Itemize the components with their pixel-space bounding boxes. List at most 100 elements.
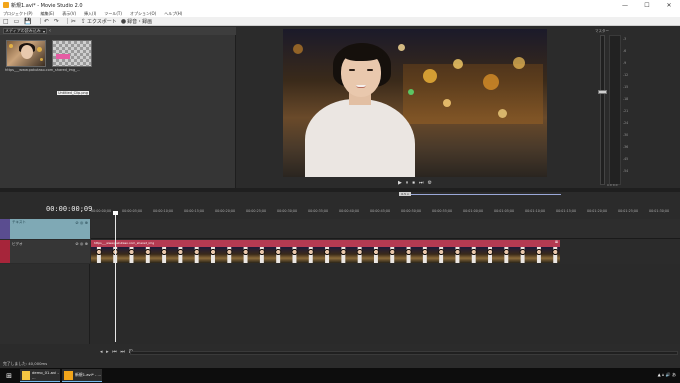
undo-icon: ↶ bbox=[43, 17, 49, 25]
meter-readout: 0.0 0.0 bbox=[607, 183, 618, 187]
media-caption-photo: https___www.pakutaso.com_shared_img_... bbox=[5, 68, 81, 72]
track-color-strip bbox=[0, 219, 10, 239]
app-icon bbox=[3, 2, 9, 8]
level-meter bbox=[609, 35, 621, 185]
menu-options[interactable]: オプション(O) bbox=[130, 11, 156, 17]
go-start-button[interactable]: ⏮ bbox=[112, 349, 117, 355]
timeline-footer: ◂ ▸ ⏮ ⏭ ⊞ bbox=[0, 344, 680, 358]
menu-insert[interactable]: 挿入(I) bbox=[84, 11, 96, 17]
video-clip[interactable]: https___www.pakutaso.com_shared_img ⊠ bbox=[91, 240, 560, 263]
media-thumbnail-photo[interactable] bbox=[6, 40, 46, 67]
track-label-text: テキスト bbox=[12, 220, 26, 224]
taskbar-item-2-label: 新規1.avi* - ... bbox=[75, 372, 102, 377]
stop-button[interactable]: ⏹ bbox=[412, 180, 415, 186]
status-message: 完了しました: 40,000ms bbox=[3, 361, 48, 366]
media-caption-transparent: Untitled_Clip.png bbox=[57, 91, 89, 95]
save-icon: 💾 bbox=[24, 17, 32, 25]
scissors-icon: ✂ bbox=[70, 17, 76, 25]
open-project-button[interactable]: ▭ bbox=[14, 18, 21, 25]
track-header-video[interactable]: ビデオ ⊘ ◎ ⊕ bbox=[0, 240, 90, 263]
master-volume-track bbox=[600, 35, 605, 185]
next-frame-button[interactable]: ⏭ bbox=[419, 180, 424, 186]
media-panel: メディアの読み込み ▾ ‹ https___www.pakutaso.com_s… bbox=[0, 27, 236, 195]
scrub-control[interactable]: 0.5 x bbox=[395, 192, 565, 196]
timeline: 0.5 x 00:00:00;09 00:00:00;00 00:00:05;0… bbox=[0, 192, 680, 358]
windows-taskbar: ⊞ demo_01.avi - ... 新規1.avi* - ... ▲ ⌂ 🔊… bbox=[0, 368, 680, 383]
track-header-text[interactable]: テキスト ⊘ ◎ ⊕ bbox=[0, 219, 90, 239]
new-project-button[interactable]: □ bbox=[3, 18, 10, 25]
taskbar-item-2[interactable]: 新規1.avi* - ... bbox=[62, 369, 102, 382]
export-button[interactable]: ⇪ エクスポート bbox=[81, 18, 117, 25]
menu-help[interactable]: ヘルプ(H) bbox=[164, 11, 182, 17]
video-preview-frame bbox=[283, 29, 547, 177]
track-tools-icon[interactable]: ⊘ ◎ ⊕ bbox=[75, 220, 88, 225]
media-import-dropdown[interactable]: メディアの読み込み ▾ bbox=[3, 28, 47, 34]
minimize-button[interactable]: — bbox=[614, 0, 636, 10]
system-tray[interactable]: ▲ ⌂ 🔊 あ bbox=[658, 372, 676, 378]
zoom-out-button[interactable]: ◂ bbox=[100, 349, 103, 355]
export-label: エクスポート bbox=[86, 18, 117, 25]
preview-panel: ▶ ⏸ ⏹ ⏭ ⚙ ビデオプレビュー bbox=[238, 27, 593, 195]
redo-icon: ↷ bbox=[53, 17, 59, 25]
title-bar: 新規1.avi* - Movie Studio 2.0 — ☐ ✕ bbox=[0, 0, 680, 10]
toolbar-separator bbox=[39, 18, 41, 24]
clip-fx-icon[interactable]: ⊠ bbox=[555, 240, 558, 244]
split-button[interactable]: ✂ bbox=[71, 18, 77, 25]
timeline-empty-area[interactable] bbox=[0, 264, 680, 344]
timeline-ruler[interactable]: 00:00:00;00 00:00:05;00 00:00:10;00 00:0… bbox=[91, 207, 680, 217]
collapse-icon[interactable]: ‹ bbox=[49, 28, 51, 34]
folder-icon bbox=[22, 370, 30, 380]
track-lane-text[interactable] bbox=[91, 219, 680, 239]
timeline-scrollbar[interactable] bbox=[130, 351, 678, 355]
export-icon: ⇪ bbox=[80, 17, 86, 25]
window-controls: — ☐ ✕ bbox=[614, 0, 680, 10]
maximize-button[interactable]: ☐ bbox=[636, 0, 658, 10]
playhead[interactable] bbox=[115, 212, 116, 342]
scrub-line bbox=[411, 194, 561, 195]
menu-bar: プロジェクト(P) 編集(E) 表示(V) 挿入(I) ツール(T) オプション… bbox=[0, 10, 680, 17]
redo-button[interactable]: ↷ bbox=[54, 18, 60, 25]
windows-start-icon[interactable]: ⊞ bbox=[0, 368, 18, 383]
record-button[interactable]: ● 録音・録画 bbox=[121, 18, 152, 25]
pause-button[interactable]: ⏸ bbox=[406, 180, 409, 186]
app-icon bbox=[64, 370, 73, 380]
toolbar: □ ▭ 💾 ↶ ↷ ✂ ⇪ エクスポート ● 録音・録画 bbox=[0, 17, 680, 26]
play-button[interactable]: ▶ bbox=[398, 180, 402, 186]
scrub-thumb[interactable]: 0.5 x bbox=[399, 192, 411, 196]
preview-controls: ▶ ⏸ ⏹ ⏭ ⚙ bbox=[283, 178, 547, 187]
clip-header: https___www.pakutaso.com_shared_img ⊠ bbox=[91, 240, 560, 247]
new-file-icon: □ bbox=[3, 17, 9, 25]
media-header: メディアの読み込み ▾ ‹ bbox=[0, 27, 236, 35]
menu-tools[interactable]: ツール(T) bbox=[104, 11, 122, 17]
undo-button[interactable]: ↶ bbox=[44, 18, 50, 25]
preview-settings-button[interactable]: ⚙ bbox=[427, 180, 431, 186]
record-icon: ● bbox=[120, 17, 127, 25]
playhead-handle[interactable] bbox=[113, 211, 118, 215]
status-bar: 完了しました: 40,000ms bbox=[0, 358, 680, 368]
master-volume-slider[interactable] bbox=[598, 90, 607, 94]
master-meter-panel: マスター -3 -6 -9 -12 -15 -18 -21 -24 -30 -3… bbox=[595, 27, 680, 195]
go-end-button[interactable]: ⏭ bbox=[120, 349, 125, 355]
record-label: 録音・録画 bbox=[127, 18, 153, 25]
app-window: 新規1.avi* - Movie Studio 2.0 — ☐ ✕ プロジェクト… bbox=[0, 0, 680, 383]
menu-view[interactable]: 表示(V) bbox=[62, 11, 76, 17]
menu-edit[interactable]: 編集(E) bbox=[41, 11, 55, 17]
media-thumbnail-transparent[interactable] bbox=[52, 40, 92, 67]
timecode-display: 00:00:00;09 bbox=[46, 205, 93, 213]
track-header-column bbox=[0, 264, 90, 344]
track-color-strip bbox=[0, 240, 10, 263]
media-dropdown-label: メディアの読み込み bbox=[5, 28, 41, 33]
window-title: 新規1.avi* - Movie Studio 2.0 bbox=[11, 2, 83, 9]
taskbar-item-1[interactable]: demo_01.avi - ... bbox=[20, 369, 60, 382]
track-tools-icon[interactable]: ⊘ ◎ ⊕ bbox=[75, 241, 88, 246]
chevron-down-icon: ▾ bbox=[42, 28, 45, 34]
zoom-in-button[interactable]: ▸ bbox=[106, 349, 109, 355]
clip-filmstrip-faces bbox=[91, 249, 560, 255]
track-label-video: ビデオ bbox=[12, 242, 23, 246]
close-button[interactable]: ✕ bbox=[658, 0, 680, 10]
toolbar-separator bbox=[66, 18, 68, 24]
clip-title: https___www.pakutaso.com_shared_img bbox=[94, 241, 155, 245]
save-button[interactable]: 💾 bbox=[24, 18, 32, 25]
meter-label: マスター bbox=[595, 29, 609, 33]
menu-project[interactable]: プロジェクト(P) bbox=[3, 11, 33, 17]
